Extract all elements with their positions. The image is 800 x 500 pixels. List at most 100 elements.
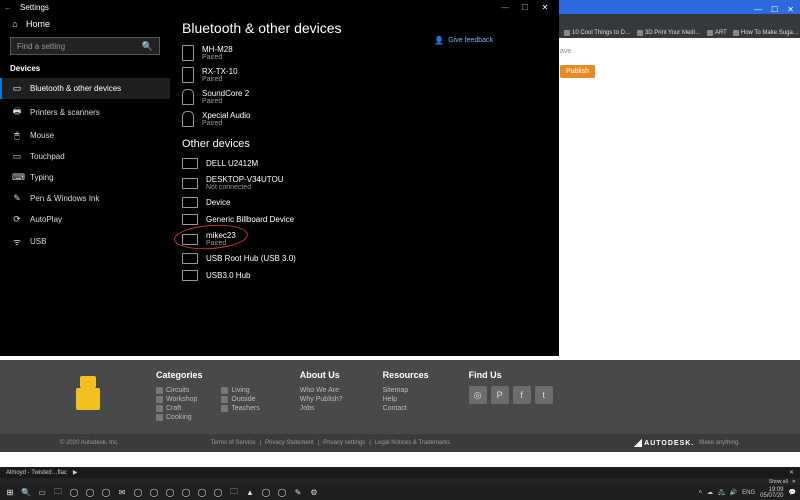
search-placeholder: Find a setting bbox=[17, 42, 65, 51]
legal-link[interactable]: Terms of Service bbox=[211, 440, 256, 446]
device-item[interactable]: USB3.0 Hub bbox=[182, 267, 547, 284]
device-item[interactable]: MH-M28Paired bbox=[182, 42, 547, 64]
window-minimize-icon[interactable]: — bbox=[495, 3, 515, 12]
showall-button[interactable]: Show all bbox=[769, 479, 788, 485]
play-icon[interactable]: ▶ bbox=[73, 469, 78, 476]
taskbar-app-icon[interactable]: ◯ bbox=[100, 487, 112, 499]
music-player-bar[interactable]: Almoyd - Twisted…flac ▶ ✕ bbox=[0, 467, 800, 478]
footer-link[interactable]: Jobs bbox=[300, 404, 343, 413]
bookmark-item[interactable]: How To Make Suga… bbox=[733, 30, 799, 36]
device-item[interactable]: RX-TX-10Paired bbox=[182, 64, 547, 86]
sidebar-item[interactable]: ᯤ USB bbox=[0, 230, 170, 253]
device-item[interactable]: Xpecial AudioPaired bbox=[182, 108, 547, 130]
save-button[interactable]: ave bbox=[560, 48, 571, 55]
downloads-bar: Show all ✕ bbox=[0, 478, 800, 485]
sidebar-item[interactable]: ⌨Typing bbox=[0, 167, 170, 188]
back-icon[interactable]: ← bbox=[4, 3, 12, 12]
taskbar-app-icon[interactable]: ◯ bbox=[84, 487, 96, 499]
network-icon[interactable]: 🖧 bbox=[718, 488, 725, 498]
taskbar-app-icon[interactable]: ✎ bbox=[292, 487, 304, 499]
device-item[interactable]: Device bbox=[182, 194, 547, 211]
footer-link[interactable]: Who We Are bbox=[300, 386, 343, 395]
bookmark-item[interactable]: 10 Cool Things to D… bbox=[564, 30, 631, 36]
device-name: RX-TX-10 bbox=[202, 67, 238, 76]
device-icon bbox=[182, 45, 194, 61]
taskbar-app-icon[interactable]: ◯ bbox=[196, 487, 208, 499]
footer-link[interactable]: Sitemap bbox=[383, 386, 429, 395]
legal-link[interactable]: Legal Notices & Trademarks bbox=[375, 440, 450, 446]
footer-link[interactable]: Help bbox=[383, 395, 429, 404]
taskbar-app-icon[interactable]: ▲ bbox=[244, 487, 256, 499]
window-close-icon[interactable]: ✕ bbox=[535, 3, 555, 12]
search-input[interactable]: Find a setting 🔍 bbox=[10, 37, 160, 55]
volume-icon[interactable]: 🔊 bbox=[730, 489, 737, 496]
taskbar-app-icon[interactable]: ◯ bbox=[148, 487, 160, 499]
footer-link[interactable]: Cooking bbox=[156, 413, 197, 422]
window-close-icon[interactable]: ✕ bbox=[787, 5, 794, 14]
legal-link[interactable]: Privacy settings bbox=[323, 440, 365, 446]
sidebar-item[interactable]: ▭Touchpad bbox=[0, 146, 170, 167]
facebook-icon[interactable]: f bbox=[513, 386, 531, 404]
footer-link[interactable]: Outside bbox=[221, 395, 259, 404]
task-view-icon[interactable]: ▭ bbox=[36, 487, 48, 499]
explorer-icon[interactable]: 🗀 bbox=[52, 487, 64, 499]
taskbar-app-icon[interactable]: ◯ bbox=[132, 487, 144, 499]
taskbar-app-icon[interactable]: ◯ bbox=[212, 487, 224, 499]
window-maximize-icon[interactable]: ☐ bbox=[771, 5, 778, 14]
taskbar-app-icon[interactable]: ◯ bbox=[68, 487, 80, 499]
bookmark-item[interactable]: 3D Print Your Medi… bbox=[637, 30, 701, 36]
sidebar-item[interactable]: ⟳AutoPlay bbox=[0, 209, 170, 230]
taskbar-app-icon[interactable]: ◯ bbox=[276, 487, 288, 499]
footer-about: About Us Who We AreWhy Publish?Jobs bbox=[300, 370, 343, 426]
nav-icon: ▭ bbox=[12, 83, 22, 94]
footer-link[interactable]: Teachers bbox=[221, 404, 259, 413]
footer-link[interactable]: Circuits bbox=[156, 386, 197, 395]
notifications-icon[interactable]: 💬 bbox=[789, 489, 796, 496]
nav-label: USB bbox=[30, 237, 46, 246]
publish-button[interactable]: Publish bbox=[560, 65, 595, 78]
language-indicator[interactable]: ENG bbox=[742, 490, 755, 496]
footer-link[interactable]: Why Publish? bbox=[300, 395, 343, 404]
device-status: Paired bbox=[206, 240, 236, 247]
legal-link[interactable]: Privacy Statement bbox=[265, 440, 314, 446]
footer-link[interactable]: Craft bbox=[156, 404, 197, 413]
settings-titlebar[interactable]: ← Settings — ☐ ✕ bbox=[0, 0, 559, 14]
footer-link[interactable]: Workshop bbox=[156, 395, 197, 404]
taskbar-app-icon[interactable]: ◯ bbox=[260, 487, 272, 499]
footer-heading: Find Us bbox=[469, 370, 553, 380]
sidebar-item[interactable]: ✎Pen & Windows Ink bbox=[0, 188, 170, 209]
taskbar-app-icon[interactable]: 🗀 bbox=[228, 487, 240, 499]
clock-date[interactable]: 05/07/20 bbox=[760, 493, 783, 499]
twitter-icon[interactable]: t bbox=[535, 386, 553, 404]
device-item[interactable]: DESKTOP-V34UTOUNot connected bbox=[182, 172, 547, 194]
taskbar-app-icon[interactable]: ✉ bbox=[116, 487, 128, 499]
home-button[interactable]: ⌂ Home bbox=[0, 14, 170, 34]
nav-icon: ᯤ bbox=[12, 235, 22, 248]
device-icon bbox=[182, 178, 198, 189]
taskbar-app-icon[interactable]: ◯ bbox=[180, 487, 192, 499]
close-icon[interactable]: ✕ bbox=[792, 479, 796, 485]
instagram-icon[interactable]: ◎ bbox=[469, 386, 487, 404]
settings-icon[interactable]: ⚙ bbox=[308, 487, 320, 499]
pinterest-icon[interactable]: P bbox=[491, 386, 509, 404]
window-maximize-icon[interactable]: ☐ bbox=[515, 3, 535, 12]
device-item[interactable]: Generic Billboard Device bbox=[182, 211, 547, 228]
close-icon[interactable]: ✕ bbox=[789, 469, 794, 476]
sidebar-item[interactable]: ▭Bluetooth & other devices bbox=[0, 78, 170, 99]
bookmark-item[interactable]: ART bbox=[707, 30, 727, 36]
device-item[interactable]: USB Root Hub (USB 3.0) bbox=[182, 250, 547, 267]
window-minimize-icon[interactable]: — bbox=[754, 5, 762, 14]
device-item[interactable]: mikec23Paired bbox=[182, 228, 547, 250]
start-button[interactable]: ⊞ bbox=[4, 487, 16, 499]
footer-link[interactable]: Contact bbox=[383, 404, 429, 413]
sidebar-item[interactable]: 🖶Printers & scanners bbox=[0, 99, 170, 125]
search-icon[interactable]: 🔍 bbox=[20, 487, 32, 499]
footer-link[interactable]: Living bbox=[221, 386, 259, 395]
onedrive-icon[interactable]: ☁ bbox=[707, 489, 713, 496]
sidebar-item[interactable]: 🖱Mouse bbox=[0, 125, 170, 146]
device-item[interactable]: SoundCore 2Paired bbox=[182, 86, 547, 108]
feedback-link[interactable]: 👤 Give feedback bbox=[434, 36, 493, 45]
device-item[interactable]: DELL U2412M bbox=[182, 155, 547, 172]
taskbar-app-icon[interactable]: ◯ bbox=[164, 487, 176, 499]
tray-overflow-icon[interactable]: ˄ bbox=[698, 490, 702, 496]
